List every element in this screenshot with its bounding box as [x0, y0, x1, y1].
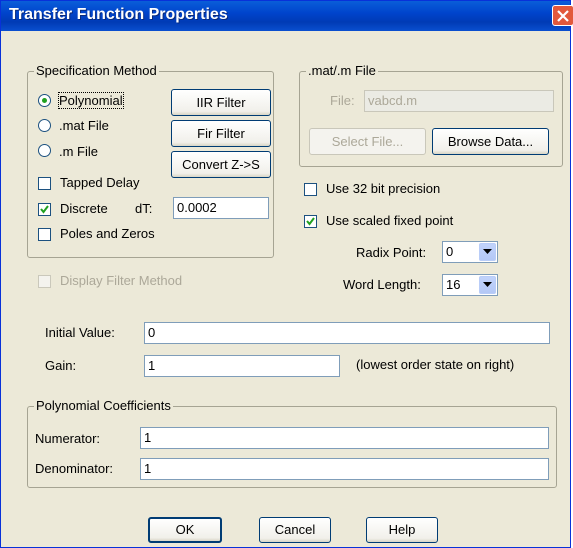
file-input[interactable]: vabcd.m: [364, 90, 554, 112]
numerator-label: Numerator:: [35, 431, 101, 446]
numerator-input[interactable]: 1: [140, 427, 549, 449]
mat-file-radio[interactable]: [38, 119, 51, 132]
title-bar[interactable]: Transfer Function Properties: [1, 1, 573, 31]
polynomial-coefficients-legend: Polynomial Coefficients: [34, 398, 173, 413]
radix-point-label: Radix Point:: [356, 245, 427, 260]
dt-input[interactable]: 0.0002: [173, 197, 269, 219]
initial-value-input[interactable]: 0: [144, 322, 550, 344]
discrete-checkbox[interactable]: [38, 203, 51, 216]
convert-z-s-label: Convert Z->S: [182, 157, 260, 172]
select-file-label: Select File...: [331, 134, 404, 149]
use-32bit-checkbox[interactable]: [304, 183, 317, 196]
discrete-label[interactable]: Discrete: [60, 201, 108, 216]
file-value: vabcd.m: [368, 93, 418, 108]
order-note: (lowest order state on right): [356, 357, 515, 372]
numerator-value: 1: [144, 430, 152, 445]
gain-label: Gain:: [45, 358, 77, 373]
dt-value: 0.0002: [177, 200, 217, 215]
cancel-label: Cancel: [274, 522, 316, 537]
specification-method-legend: Specification Method: [34, 63, 159, 78]
radix-dropdown-button[interactable]: [479, 243, 496, 261]
dt-label: dT:: [135, 201, 153, 216]
use-32bit-label[interactable]: Use 32 bit precision: [326, 181, 440, 196]
convert-z-s-button[interactable]: Convert Z->S: [171, 151, 271, 178]
mat-file-label[interactable]: .mat File: [59, 118, 109, 133]
fir-filter-button[interactable]: Fir Filter: [171, 120, 271, 147]
chevron-down-icon: [483, 249, 492, 254]
word-length-label: Word Length:: [343, 277, 421, 292]
m-file-radio[interactable]: [38, 144, 51, 157]
display-filter-method-label[interactable]: Display Filter Method: [60, 273, 182, 288]
check-icon: [40, 205, 49, 214]
initial-value-label: Initial Value:: [45, 325, 115, 340]
ok-label: OK: [175, 522, 195, 537]
denominator-label: Denominator:: [35, 461, 114, 476]
radix-point-value: 0: [446, 244, 454, 259]
word-length-value: 16: [446, 277, 461, 292]
m-file-label[interactable]: .m File: [59, 144, 98, 159]
initial-value-value: 0: [148, 325, 156, 340]
gain-input[interactable]: 1: [144, 355, 340, 377]
dialog-window: Transfer Function Properties Specificati…: [0, 0, 573, 548]
iir-filter-button[interactable]: IIR Filter: [171, 89, 271, 116]
scaled-fixed-point-checkbox[interactable]: [304, 215, 317, 228]
word-length-dropdown-button[interactable]: [479, 276, 496, 294]
tapped-delay-checkbox[interactable]: [38, 177, 51, 190]
mat-file-legend: .mat/.m File: [306, 63, 378, 78]
gain-value: 1: [148, 358, 156, 373]
help-label: Help: [388, 522, 416, 537]
denominator-input[interactable]: 1: [140, 458, 549, 480]
chevron-down-icon: [483, 282, 492, 287]
close-button[interactable]: [552, 5, 573, 26]
select-file-button[interactable]: Select File...: [309, 128, 426, 155]
fir-filter-label: Fir Filter: [197, 126, 245, 141]
polynomial-label[interactable]: Polynomial: [58, 92, 124, 109]
iir-filter-label: IIR Filter: [196, 95, 246, 110]
check-icon: [306, 217, 315, 226]
help-button[interactable]: Help: [366, 517, 438, 543]
scaled-fixed-point-label[interactable]: Use scaled fixed point: [326, 213, 453, 228]
cancel-button[interactable]: Cancel: [259, 517, 331, 543]
display-filter-method-checkbox[interactable]: [38, 275, 51, 288]
close-icon: [557, 10, 569, 22]
ok-button[interactable]: OK: [148, 517, 222, 543]
polynomial-radio[interactable]: [38, 94, 51, 107]
window-title: Transfer Function Properties: [9, 6, 228, 23]
word-length-select[interactable]: 16: [442, 274, 498, 296]
browse-data-label: Browse Data...: [447, 134, 534, 149]
denominator-value: 1: [144, 461, 152, 476]
browse-data-button[interactable]: Browse Data...: [432, 128, 549, 155]
poles-zeros-label[interactable]: Poles and Zeros: [60, 226, 155, 241]
file-label: File:: [330, 93, 355, 108]
tapped-delay-label[interactable]: Tapped Delay: [60, 175, 140, 190]
radix-point-select[interactable]: 0: [442, 241, 498, 263]
poles-zeros-checkbox[interactable]: [38, 228, 51, 241]
